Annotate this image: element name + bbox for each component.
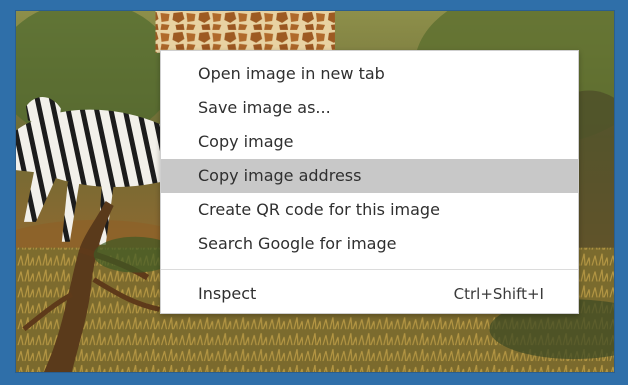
menu-item-shortcut: Ctrl+Shift+I	[453, 285, 544, 303]
menu-item-label: Copy image	[198, 132, 294, 151]
context-menu: Open image in new tab Save image as... C…	[160, 50, 579, 314]
menu-item-copy-image-address[interactable]: Copy image address	[161, 159, 578, 193]
menu-item-inspect[interactable]: Inspect Ctrl+Shift+I	[161, 277, 578, 311]
menu-item-save-image-as[interactable]: Save image as...	[161, 91, 578, 125]
menu-item-copy-image[interactable]: Copy image	[161, 125, 578, 159]
screenshot-frame: Open image in new tab Save image as... C…	[0, 0, 628, 385]
menu-item-label: Open image in new tab	[198, 64, 385, 83]
menu-separator	[161, 269, 578, 270]
menu-item-label: Inspect	[198, 284, 257, 303]
menu-item-label: Search Google for image	[198, 234, 397, 253]
menu-item-label: Copy image address	[198, 166, 362, 185]
menu-item-create-qr-code[interactable]: Create QR code for this image	[161, 193, 578, 227]
menu-item-label: Save image as...	[198, 98, 331, 117]
menu-item-open-image-new-tab[interactable]: Open image in new tab	[161, 57, 578, 91]
menu-item-label: Create QR code for this image	[198, 200, 440, 219]
menu-item-search-google-image[interactable]: Search Google for image	[161, 227, 578, 261]
